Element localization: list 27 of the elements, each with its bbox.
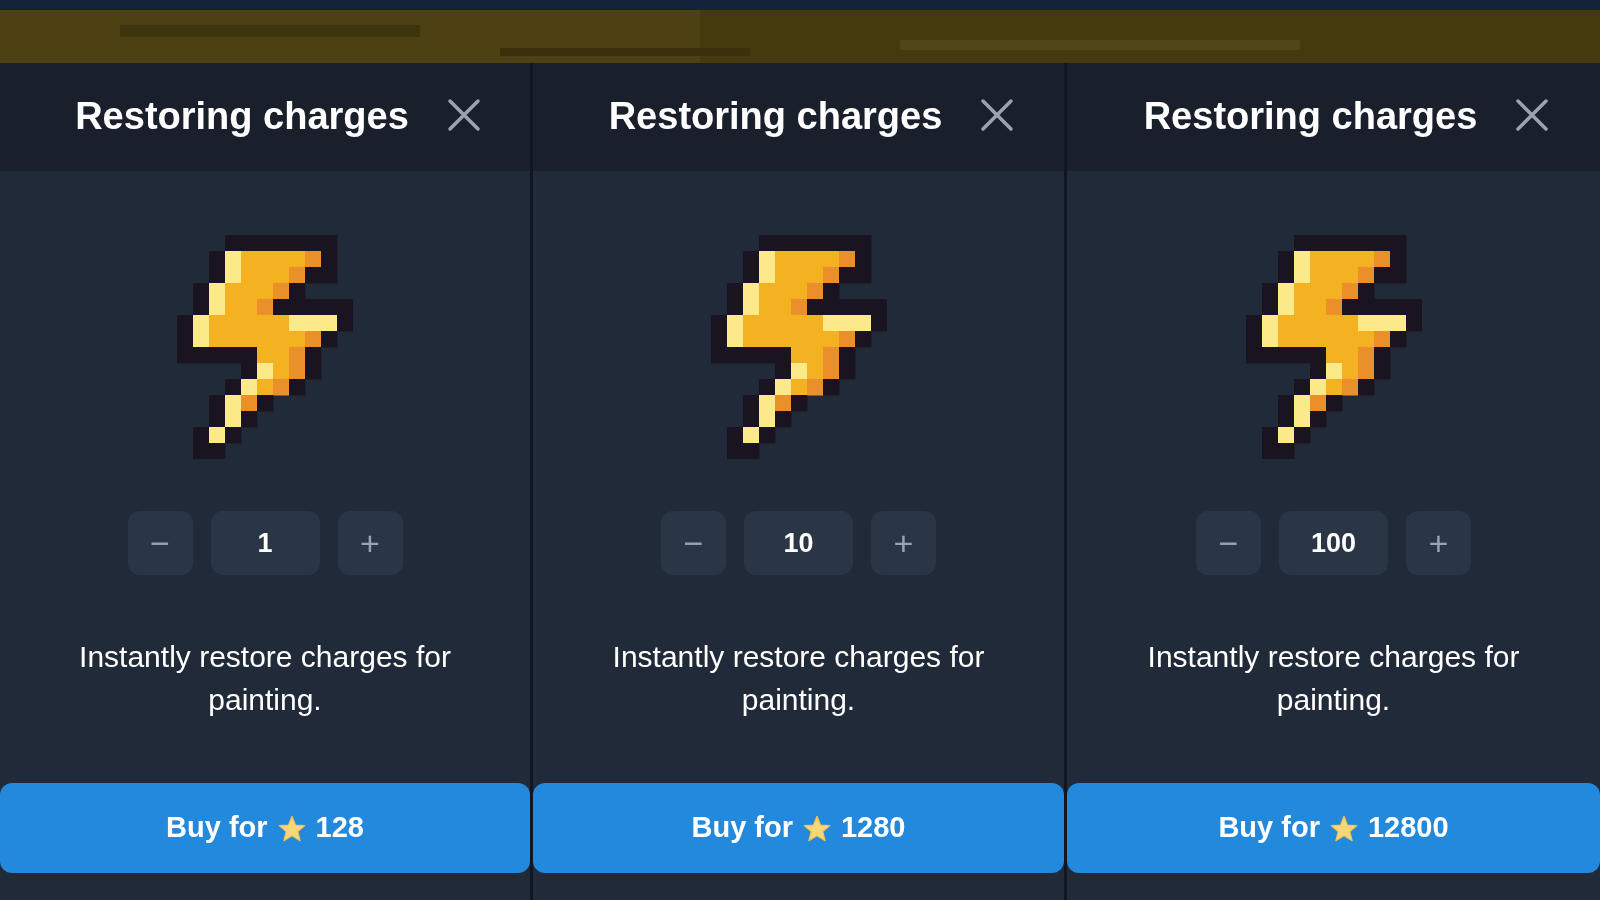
star-icon [803,814,831,842]
increment-button[interactable]: + [337,511,403,575]
lightning-icon [177,235,353,459]
decrement-button[interactable]: − [661,511,726,575]
lightning-icon [710,235,887,459]
decrement-button[interactable]: − [127,511,193,575]
quantity-field[interactable]: 10 [744,511,853,575]
star-icon [1329,814,1358,842]
dialog-title: Restoring charges [608,94,943,140]
close-icon [980,98,1015,132]
buy-button[interactable]: Buy for 12800 [1067,783,1600,873]
close-icon [1515,98,1550,132]
description-text: Instantly restore charges for painting. [611,639,986,718]
buy-button[interactable]: Buy for 128 [0,783,530,873]
dialog-title: Restoring charges [1143,94,1478,140]
quantity-field[interactable]: 1 [210,511,320,575]
quantity-field[interactable]: 100 [1279,511,1388,575]
increment-button[interactable]: + [871,511,936,575]
close-icon [446,98,481,132]
dialog-title: Restoring charges [75,94,409,140]
star-icon [277,814,306,842]
description-text: Instantly restore charges for painting. [78,639,452,718]
buy-button[interactable]: Buy for 1280 [533,783,1064,873]
lightning-icon [1245,235,1422,459]
description-text: Instantly restore charges for painting. [1146,639,1521,718]
increment-button[interactable]: + [1406,511,1471,575]
decrement-button[interactable]: − [1196,511,1261,575]
